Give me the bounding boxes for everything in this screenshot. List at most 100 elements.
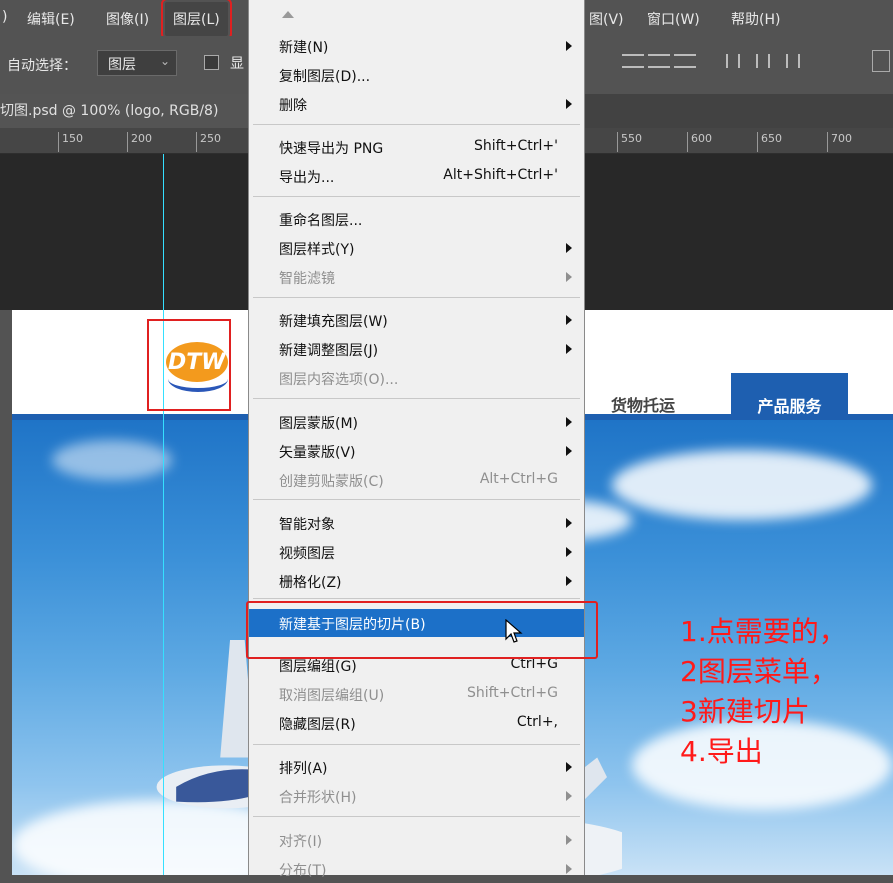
layer-menu-item[interactable]: 图层样式(Y) [249, 234, 584, 262]
guide-line[interactable] [163, 154, 164, 875]
submenu-arrow-icon [566, 41, 572, 51]
annotation-line: 3新建切片 [680, 695, 810, 728]
submenu-arrow-icon [566, 272, 572, 282]
nav-item-label: 产品服务 [757, 397, 822, 416]
layer-menu-item[interactable]: 隐藏图层(R) Ctrl+, [249, 709, 584, 737]
layer-menu-item[interactable]: 删除 [249, 90, 584, 118]
layer-menu-item[interactable]: 取消图层编组(U) Shift+Ctrl+G [249, 680, 584, 708]
menu-item-label: 图层内容选项(O)... [279, 372, 399, 388]
align-top-icon[interactable] [622, 54, 644, 68]
layer-menu-item[interactable]: 智能滤镜 [249, 263, 584, 291]
scroll-up-icon[interactable] [282, 11, 294, 18]
menu-item-shortcut: Shift+Ctrl+' [473, 138, 558, 154]
layer-menu-item[interactable]: 图层内容选项(O)... [249, 364, 584, 392]
layer-menu-item[interactable]: 分布(T) [249, 855, 584, 883]
menu-help[interactable]: 帮助(H) [731, 9, 780, 29]
menu-item-label: 栅格化(Z) [279, 575, 342, 591]
chevron-down-icon: ⌄ [159, 54, 170, 68]
ruler-tick: 700 [827, 132, 852, 152]
layer-menu-item[interactable]: 排列(A) [249, 753, 584, 781]
menu-separator [253, 124, 580, 125]
layer-menu-item[interactable]: 栅格化(Z) [249, 567, 584, 595]
layer-menu-item[interactable]: 新建(N) [249, 32, 584, 60]
nav-item-products[interactable]: 产品服务 [731, 373, 848, 418]
menu-item-shortcut: Alt+Shift+Ctrl+' [443, 167, 558, 183]
menu-item-label: 取消图层编组(U) [279, 688, 385, 704]
document-tab[interactable]: 切图.psd @ 100% (logo, RGB/8) [0, 94, 248, 128]
submenu-arrow-icon [566, 344, 572, 354]
menu-item-label: 复制图层(D)... [279, 69, 371, 85]
mouse-cursor-icon [505, 619, 523, 643]
layer-menu-item[interactable]: 新建填充图层(W) [249, 306, 584, 334]
menu-edit[interactable]: 编辑(E) [27, 9, 75, 29]
align-hcenter-icon[interactable] [756, 54, 770, 68]
auto-select-target-dropdown[interactable]: 图层 ⌄ [97, 50, 177, 76]
submenu-arrow-icon [566, 518, 572, 528]
layer-menu-item[interactable]: 创建剪贴蒙版(C) Alt+Ctrl+G [249, 466, 584, 494]
menu-item-label: 创建剪贴蒙版(C) [279, 474, 384, 490]
menu-fragment[interactable]: ) [2, 9, 7, 25]
layer-menu-item[interactable]: 图层蒙版(M) [249, 408, 584, 436]
logo-annotation-box [147, 319, 231, 411]
align-left-icon[interactable] [726, 54, 740, 68]
menu-item-label: 图层蒙版(M) [279, 416, 359, 432]
menu-image[interactable]: 图像(I) [106, 9, 149, 29]
layer-menu-item[interactable]: 复制图层(D)... [249, 61, 584, 89]
menu-item-shortcut: Shift+Ctrl+G [466, 685, 558, 701]
menu-separator [253, 297, 580, 298]
annotation-line: 4.导出 [680, 735, 763, 768]
layer-menu-item[interactable]: 对齐(I) [249, 826, 584, 854]
document-tab-title: 切图.psd @ 100% (logo, RGB/8) [0, 103, 219, 119]
submenu-arrow-icon [566, 99, 572, 109]
submenu-arrow-icon [566, 547, 572, 557]
align-vcenter-icon[interactable] [648, 54, 670, 68]
menu-item-shortcut: Alt+Ctrl+G [479, 471, 558, 487]
menu-separator [253, 499, 580, 500]
menu-separator [253, 816, 580, 817]
show-transform-checkbox[interactable] [204, 55, 219, 70]
ruler-tick: 600 [687, 132, 712, 152]
menu-item-annotation-box [246, 601, 598, 659]
layer-menu-item[interactable]: 导出为... Alt+Shift+Ctrl+' [249, 162, 584, 190]
ruler-tick: 200 [127, 132, 152, 152]
submenu-arrow-icon [566, 762, 572, 772]
layer-menu-item[interactable]: 重命名图层... [249, 205, 584, 233]
menu-item-label: 图层样式(Y) [279, 242, 355, 258]
more-options-icon[interactable] [872, 50, 890, 72]
layer-menu-item[interactable]: 新建调整图层(J) [249, 335, 584, 363]
dropdown-value: 图层 [108, 57, 136, 73]
menu-item-label: 对齐(I) [279, 834, 323, 850]
layer-menu-item[interactable]: 快速导出为 PNG Shift+Ctrl+' [249, 133, 584, 161]
nav-item-cargo[interactable]: 货物托运 [611, 392, 675, 416]
layer-menu-item[interactable]: 视频图层 [249, 538, 584, 566]
menu-item-label: 导出为... [279, 170, 335, 186]
submenu-arrow-icon [566, 791, 572, 801]
layer-menu-item[interactable]: 矢量蒙版(V) [249, 437, 584, 465]
layer-menu-item[interactable]: 智能对象 [249, 509, 584, 537]
submenu-arrow-icon [566, 576, 572, 586]
ruler-tick: 650 [757, 132, 782, 152]
layer-menu-item[interactable]: 合并形状(H) [249, 782, 584, 810]
auto-select-label: 自动选择： [7, 58, 77, 74]
menu-item-label: 排列(A) [279, 761, 328, 777]
submenu-arrow-icon [566, 864, 572, 874]
menu-item-label: 删除 [279, 98, 307, 114]
align-bottom-icon[interactable] [674, 54, 696, 68]
menu-item-label: 分布(T) [279, 863, 327, 879]
menu-item-label: 视频图层 [279, 546, 335, 562]
menu-item-label: 快速导出为 PNG [279, 141, 384, 157]
ruler-tick: 550 [617, 132, 642, 152]
align-right-icon[interactable] [786, 54, 800, 68]
menu-item-label: 合并形状(H) [279, 790, 357, 806]
submenu-arrow-icon [566, 315, 572, 325]
submenu-arrow-icon [566, 446, 572, 456]
menu-separator [253, 398, 580, 399]
menu-view[interactable]: 图(V) [589, 9, 624, 29]
ruler-tick: 250 [196, 132, 221, 152]
menu-layer[interactable]: 图层(L) [161, 0, 232, 40]
menu-item-label: 智能对象 [279, 517, 335, 533]
align-icons-group [622, 54, 816, 68]
submenu-arrow-icon [566, 243, 572, 253]
menu-separator [253, 598, 580, 599]
menu-window[interactable]: 窗口(W) [647, 9, 700, 29]
